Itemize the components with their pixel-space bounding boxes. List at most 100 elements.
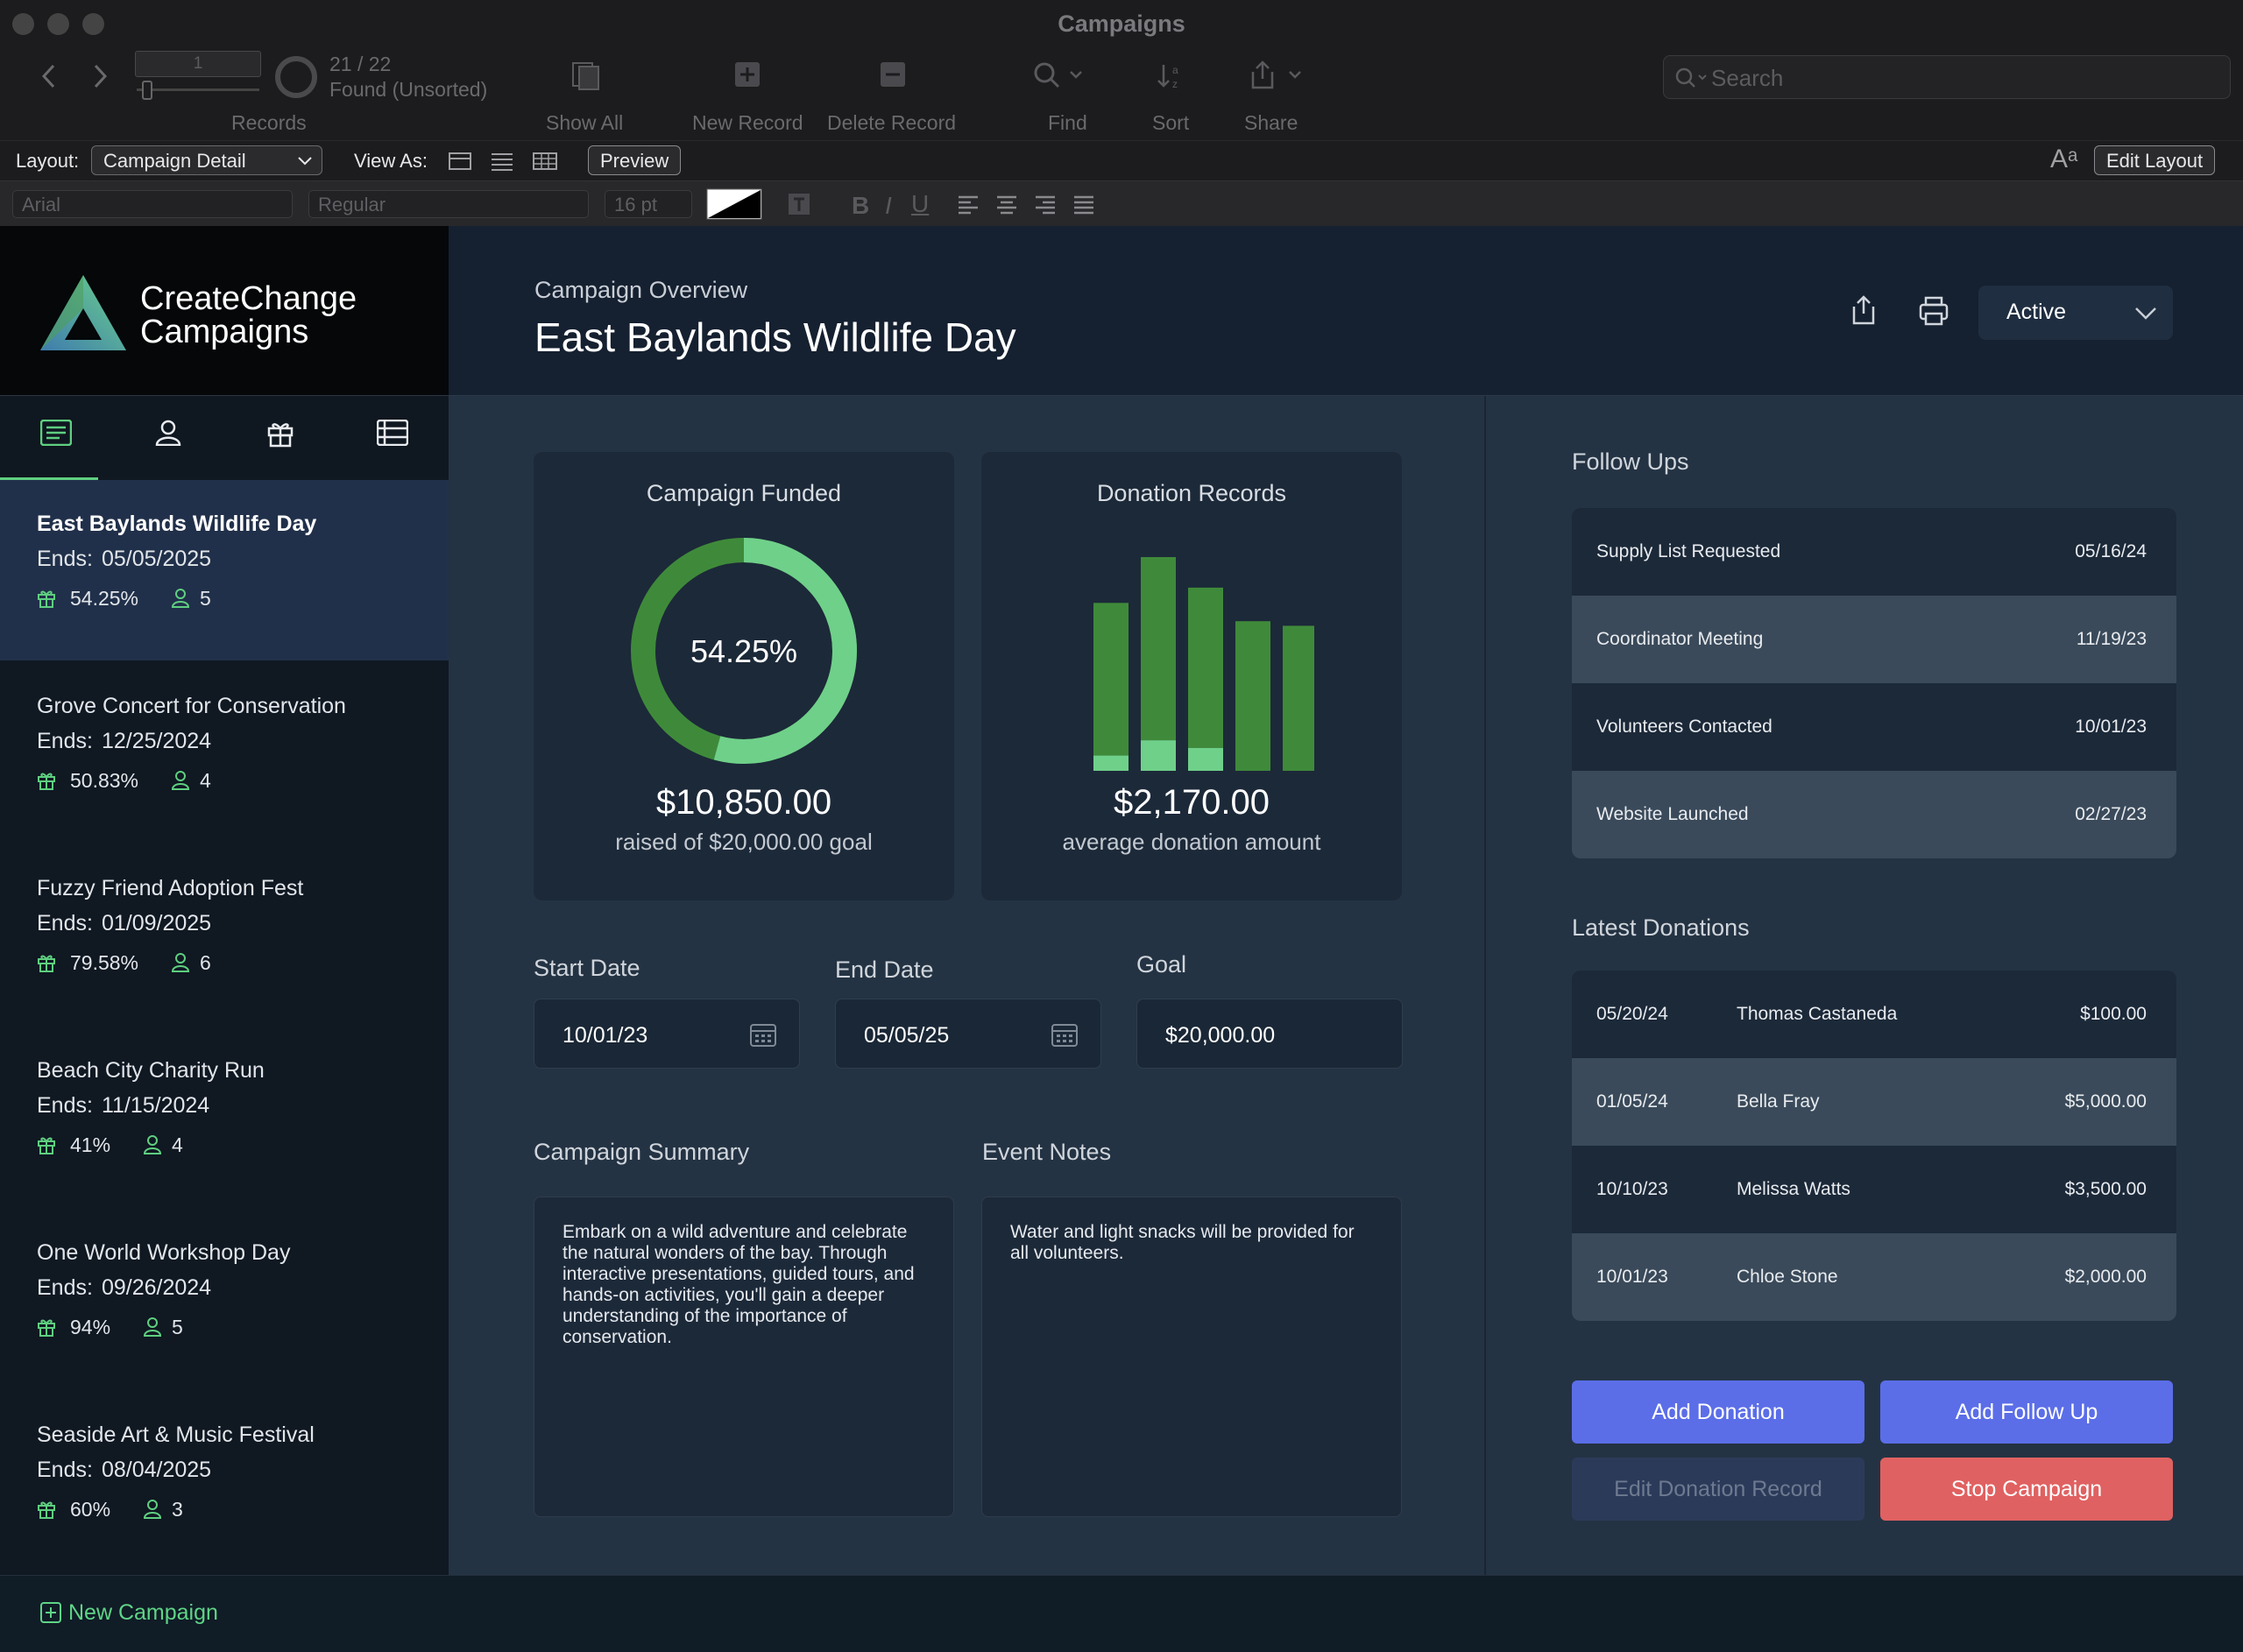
campaign-end: Ends: 09/26/2024 [37,1275,211,1301]
goal-value: $20,000.00 [1165,1023,1276,1048]
alignment-icons[interactable] [957,195,1097,215]
donation-bar-main [1283,625,1314,771]
calendar-icon[interactable] [1051,1022,1078,1047]
underline-icon[interactable]: U [911,190,929,218]
font-family-select[interactable]: Arial [12,190,293,218]
person-icon [172,589,190,608]
find-button[interactable]: Find [1048,111,1087,135]
stop-campaign-button[interactable]: Stop Campaign [1880,1458,2173,1521]
start-date-field[interactable]: 10/01/23 [534,999,800,1069]
italic-icon[interactable]: I [885,192,892,220]
search-input[interactable]: Search [1663,55,2231,99]
campaign-end: Ends: 01/09/2025 [37,911,211,936]
record-number-input[interactable]: 1 [135,51,261,77]
font-style-select[interactable]: Regular [308,190,589,218]
edit-donation-button[interactable]: Edit Donation Record [1572,1458,1864,1521]
sidebar-tabs [0,397,449,477]
app-window: Campaigns 1 21 / 22 Found (Unsorted) Rec… [0,0,2243,1652]
campaign-list-item[interactable]: Grove Concert for Conservation Ends: 12/25… [0,662,449,843]
start-date-label: Start Date [534,955,640,981]
share-icon[interactable] [1248,60,1304,91]
window-title: Campaigns [1058,11,1185,37]
calendar-icon[interactable] [750,1022,776,1047]
campaign-list-item[interactable]: Seaside Art & Music Festival Ends: 08/04/2… [0,1391,449,1571]
share-button[interactable]: Share [1244,111,1298,135]
contact-count: 4 [200,769,211,792]
new-record-icon[interactable] [734,61,761,88]
donation-row[interactable]: 10/10/23 Melissa Watts $3,500.00 [1572,1146,2176,1233]
text-format-icon[interactable]: Aᵃ [2050,145,2077,174]
contact-count: 3 [172,1498,183,1521]
edit-layout-button[interactable]: Edit Layout [2094,145,2216,175]
goal-field[interactable]: $20,000.00 [1136,999,1403,1069]
campaign-list-item[interactable]: Fuzzy Friend Adoption Fest Ends: 01/09/202… [0,844,449,1025]
bold-icon[interactable]: B [852,192,869,220]
donor-name: Bella Fray [1737,1091,1820,1112]
notes-label: Event Notes [982,1139,1112,1165]
status-select[interactable]: Active [1978,286,2173,340]
form-view-icon[interactable] [449,152,471,171]
end-date-field[interactable]: 05/05/25 [835,999,1101,1069]
end-date-label: End Date [835,957,934,983]
formatting-bar: Arial Regular 16 pt B I U [0,180,2243,226]
chevron-down-icon [298,157,312,166]
print-icon[interactable] [1919,296,1949,326]
person-icon [144,1135,162,1154]
next-record-icon[interactable] [91,63,109,89]
layout-bar: Layout: Campaign Detail View As: Preview… [0,140,2243,180]
campaign-list-item[interactable]: East Baylands Wildlife Day Ends: 05/05/202… [0,480,449,660]
campaign-list-item[interactable]: One World Workshop Day Ends: 09/26/2024 94%… [0,1209,449,1389]
export-icon[interactable] [1850,294,1877,326]
tab-contacts[interactable] [112,397,224,477]
text-fill-icon[interactable] [787,192,811,216]
show-all-button[interactable]: Show All [546,111,623,135]
person-icon [144,1500,162,1519]
tab-donations[interactable] [224,397,336,477]
donation-row[interactable]: 01/05/24 Bella Fray $5,000.00 [1572,1058,2176,1146]
gift-icon [267,423,294,448]
new-record-button[interactable]: New Record [692,111,803,135]
tab-campaigns[interactable] [0,397,112,477]
add-donation-button[interactable]: Add Donation [1572,1380,1864,1444]
follow-up-row[interactable]: Website Launched 02/27/23 [1572,771,2176,858]
find-icon[interactable] [1032,61,1085,91]
donation-date: 01/05/24 [1596,1091,1668,1112]
layout-select[interactable]: Campaign Detail [91,145,322,175]
notes-textarea[interactable]: Water and light snacks will be provided … [981,1197,1402,1517]
summary-label: Campaign Summary [534,1139,750,1165]
ends-label: Ends: [37,729,93,753]
font-size-select[interactable]: 16 pt [605,190,692,218]
follow-up-row[interactable]: Volunteers Contacted 10/01/23 [1572,683,2176,771]
list-view-icon[interactable] [491,152,513,171]
campaign-list-item[interactable]: Beach City Charity Run Ends: 11/15/2024 41%… [0,1027,449,1207]
funded-percent: 54.25% [690,633,797,669]
donation-row[interactable]: 05/20/24 Thomas Castaneda $100.00 [1572,971,2176,1058]
delete-record-icon[interactable] [880,61,906,88]
follow-up-date: 05/16/24 [2075,541,2147,561]
ends-date: 01/09/2025 [101,911,212,935]
table-view-icon[interactable] [533,152,557,171]
record-slider-track[interactable] [137,88,259,91]
new-campaign-button[interactable]: New Campaign [68,1600,218,1626]
window-chrome: Campaigns 1 21 / 22 Found (Unsorted) Rec… [0,0,2243,140]
show-all-icon[interactable] [571,61,601,91]
add-follow-up-button[interactable]: Add Follow Up [1880,1380,2173,1444]
previous-record-icon[interactable] [40,63,58,89]
follow-up-row[interactable]: Supply List Requested 05/16/24 [1572,508,2176,596]
follow-up-task: Coordinator Meeting [1596,629,1764,649]
summary-textarea[interactable]: Embark on a wild adventure and celebrate… [534,1197,954,1517]
preview-button[interactable]: Preview [588,145,682,175]
tab-records[interactable] [336,397,449,477]
add-icon[interactable] [40,1602,61,1623]
record-slider-handle[interactable] [142,81,152,100]
donation-bar-main [1141,557,1176,741]
donation-row[interactable]: 10/01/23 Chloe Stone $2,000.00 [1572,1233,2176,1321]
text-color-swatch[interactable] [706,188,762,220]
follow-up-row[interactable]: Coordinator Meeting 11/19/23 [1572,596,2176,683]
contact-count: 5 [172,1316,183,1338]
follow-up-task: Website Launched [1596,804,1749,824]
raised-amount: $10,850.00 [655,783,832,822]
sort-icon[interactable]: az [1157,61,1186,91]
delete-record-button[interactable]: Delete Record [827,111,956,135]
sort-button[interactable]: Sort [1152,111,1189,135]
